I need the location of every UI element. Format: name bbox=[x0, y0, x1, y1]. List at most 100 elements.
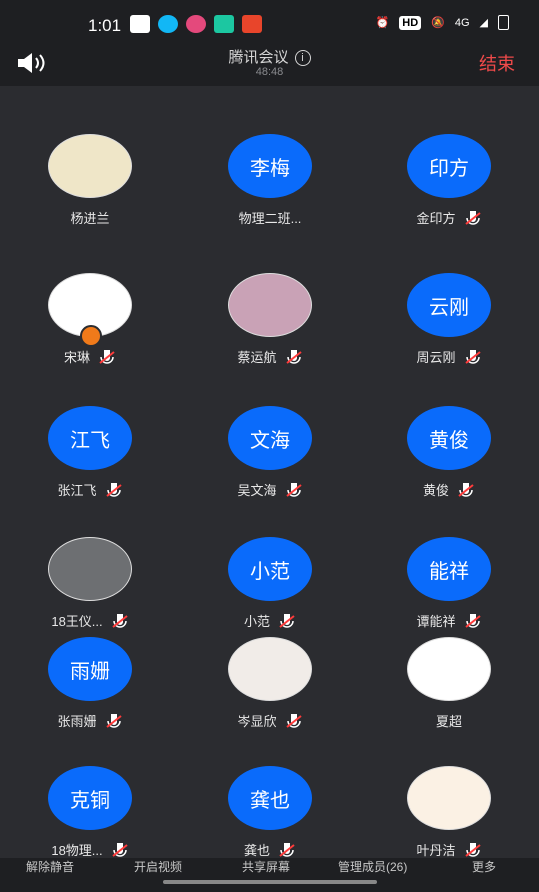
meeting-title-text: 腾讯会议 bbox=[228, 49, 289, 66]
participant-tile[interactable]: 印方金印方 bbox=[359, 134, 539, 254]
battery-icon bbox=[498, 15, 509, 30]
participant-name-row: 杨进兰 bbox=[0, 208, 180, 227]
participant-tile[interactable]: 蔡运航 bbox=[180, 273, 360, 393]
participant-name-row: 宋琳 bbox=[0, 347, 180, 366]
message-icon bbox=[130, 15, 150, 33]
participant-name: 叶丹洁 bbox=[416, 843, 456, 858]
participant-name: 岑显欣 bbox=[237, 714, 277, 729]
mute-bell-icon: 🔕 bbox=[431, 17, 445, 29]
unmute-button[interactable]: 解除静音 bbox=[26, 858, 74, 875]
notification-icons bbox=[130, 15, 262, 33]
app-icon bbox=[186, 15, 206, 33]
signal-icon: ◢ bbox=[479, 17, 488, 29]
meeting-timer: 48:48 bbox=[255, 66, 284, 78]
mic-muted-icon bbox=[285, 349, 303, 365]
home-indicator[interactable] bbox=[163, 880, 377, 884]
qq-icon bbox=[158, 15, 178, 33]
mic-muted-icon bbox=[464, 349, 482, 365]
participant-tile[interactable]: 杨进兰 bbox=[0, 134, 180, 254]
participant-tile[interactable]: 岑显欣 bbox=[180, 637, 360, 757]
participant-name: 18物理... bbox=[51, 843, 103, 858]
participant-name: 张江飞 bbox=[57, 483, 97, 498]
mic-muted-icon bbox=[464, 842, 482, 858]
participant-name: 物理二班... bbox=[238, 211, 302, 226]
participant-tile[interactable]: 雨姗张雨姗 bbox=[0, 637, 180, 757]
participant-name-row: 叶丹洁 bbox=[359, 840, 539, 859]
participant-name: 黄俊 bbox=[422, 483, 449, 498]
participant-name-row: 夏超 bbox=[359, 711, 539, 730]
mic-muted-icon bbox=[278, 613, 296, 629]
participant-avatar: 小范 bbox=[228, 537, 312, 601]
participant-photo-avatar bbox=[407, 637, 491, 701]
participant-name: 宋琳 bbox=[63, 350, 90, 365]
meeting-title[interactable]: 腾讯会议 i bbox=[0, 46, 539, 67]
participant-name: 18王仪... bbox=[51, 614, 103, 629]
participant-tile[interactable]: 江飞张江飞 bbox=[0, 406, 180, 526]
participant-avatar: 黄俊 bbox=[407, 406, 491, 470]
participant-photo-avatar bbox=[48, 134, 132, 198]
mic-muted-icon bbox=[105, 713, 123, 729]
mic-muted-icon bbox=[464, 613, 482, 629]
mic-muted-icon bbox=[285, 482, 303, 498]
participant-name: 杨进兰 bbox=[70, 211, 110, 226]
participant-name: 蔡运航 bbox=[237, 350, 277, 365]
participant-avatar: 李梅 bbox=[228, 134, 312, 198]
manage-members-button[interactable]: 管理成员(26) bbox=[338, 858, 407, 875]
status-time: 1:01 bbox=[88, 16, 122, 35]
participant-avatar: 印方 bbox=[407, 134, 491, 198]
participant-name: 夏超 bbox=[435, 714, 462, 729]
mic-muted-icon bbox=[98, 349, 116, 365]
mic-muted-icon bbox=[111, 613, 129, 629]
participant-name-row: 谭能祥 bbox=[359, 611, 539, 630]
participant-name-row: 小范 bbox=[180, 611, 360, 630]
participant-photo-avatar bbox=[48, 537, 132, 601]
participant-name-row: 黄俊 bbox=[359, 480, 539, 499]
share-screen-button[interactable]: 共享屏幕 bbox=[242, 858, 290, 875]
participant-name-row: 物理二班... bbox=[180, 208, 360, 227]
participant-tile[interactable]: 黄俊 黄俊 bbox=[359, 406, 539, 526]
participant-grid: 杨进兰 李梅 物理二班... 印方 金印方 宋琳 蔡运航 云刚 周云刚 江飞 张江飞 文海 吴文海 黄俊黄… bbox=[0, 86, 539, 858]
hd-icon: HD bbox=[399, 15, 422, 30]
mic-muted-icon bbox=[285, 713, 303, 729]
participant-name: 谭能祥 bbox=[416, 614, 456, 629]
alarm-icon: ⏰ bbox=[375, 17, 390, 29]
participant-name: 张雨姗 bbox=[57, 714, 97, 729]
participant-photo-avatar bbox=[407, 766, 491, 830]
participant-avatar: 江飞 bbox=[48, 406, 132, 470]
participant-tile[interactable]: 云刚周云刚 bbox=[359, 273, 539, 393]
mic-muted-icon bbox=[464, 210, 482, 226]
listen-app-icon bbox=[242, 15, 262, 33]
participant-name-row: 金印方 bbox=[359, 208, 539, 227]
more-button[interactable]: 更多 bbox=[472, 858, 496, 875]
meeting-header: 腾讯会议 i 48:48 结束 bbox=[0, 40, 539, 86]
participant-avatar: 云刚 bbox=[407, 273, 491, 337]
mic-muted-icon bbox=[111, 842, 129, 858]
mic-muted-icon bbox=[105, 482, 123, 498]
end-meeting-button[interactable]: 结束 bbox=[479, 50, 515, 76]
participant-avatar: 文海 bbox=[228, 406, 312, 470]
participant-name: 金印方 bbox=[416, 211, 456, 226]
participant-name-row: 18王仪... bbox=[0, 611, 180, 630]
participant-name-row: 张江飞 bbox=[0, 480, 180, 499]
participant-name: 小范 bbox=[243, 614, 270, 629]
participant-avatar: 能祥 bbox=[407, 537, 491, 601]
system-icons: ⏰ HD 🔕 4G ◢ bbox=[376, 15, 509, 30]
participant-tile[interactable]: 文海 吴文海 bbox=[180, 406, 360, 526]
participant-name-row: 蔡运航 bbox=[180, 347, 360, 366]
participant-name-row: 18物理... bbox=[0, 840, 180, 859]
participant-tile[interactable]: 夏超 bbox=[359, 637, 539, 757]
info-icon[interactable]: i bbox=[294, 50, 311, 66]
participant-photo-avatar bbox=[228, 273, 312, 337]
participant-name-row: 岑显欣 bbox=[180, 711, 360, 730]
video-button[interactable]: 开启视频 bbox=[134, 858, 182, 875]
participant-avatar: 龚也 bbox=[228, 766, 312, 830]
participant-avatar: 雨姗 bbox=[48, 637, 132, 701]
network-icon: 4G bbox=[454, 16, 470, 29]
participant-name-row: 龚也 bbox=[180, 840, 360, 859]
mic-muted-icon bbox=[457, 482, 475, 498]
participant-tile[interactable]: 李梅物理二班... bbox=[180, 134, 360, 254]
mic-muted-icon bbox=[278, 842, 296, 858]
participant-name: 周云刚 bbox=[416, 350, 456, 365]
participant-name: 龚也 bbox=[243, 843, 270, 858]
participant-tile[interactable]: 宋琳 bbox=[0, 273, 180, 393]
